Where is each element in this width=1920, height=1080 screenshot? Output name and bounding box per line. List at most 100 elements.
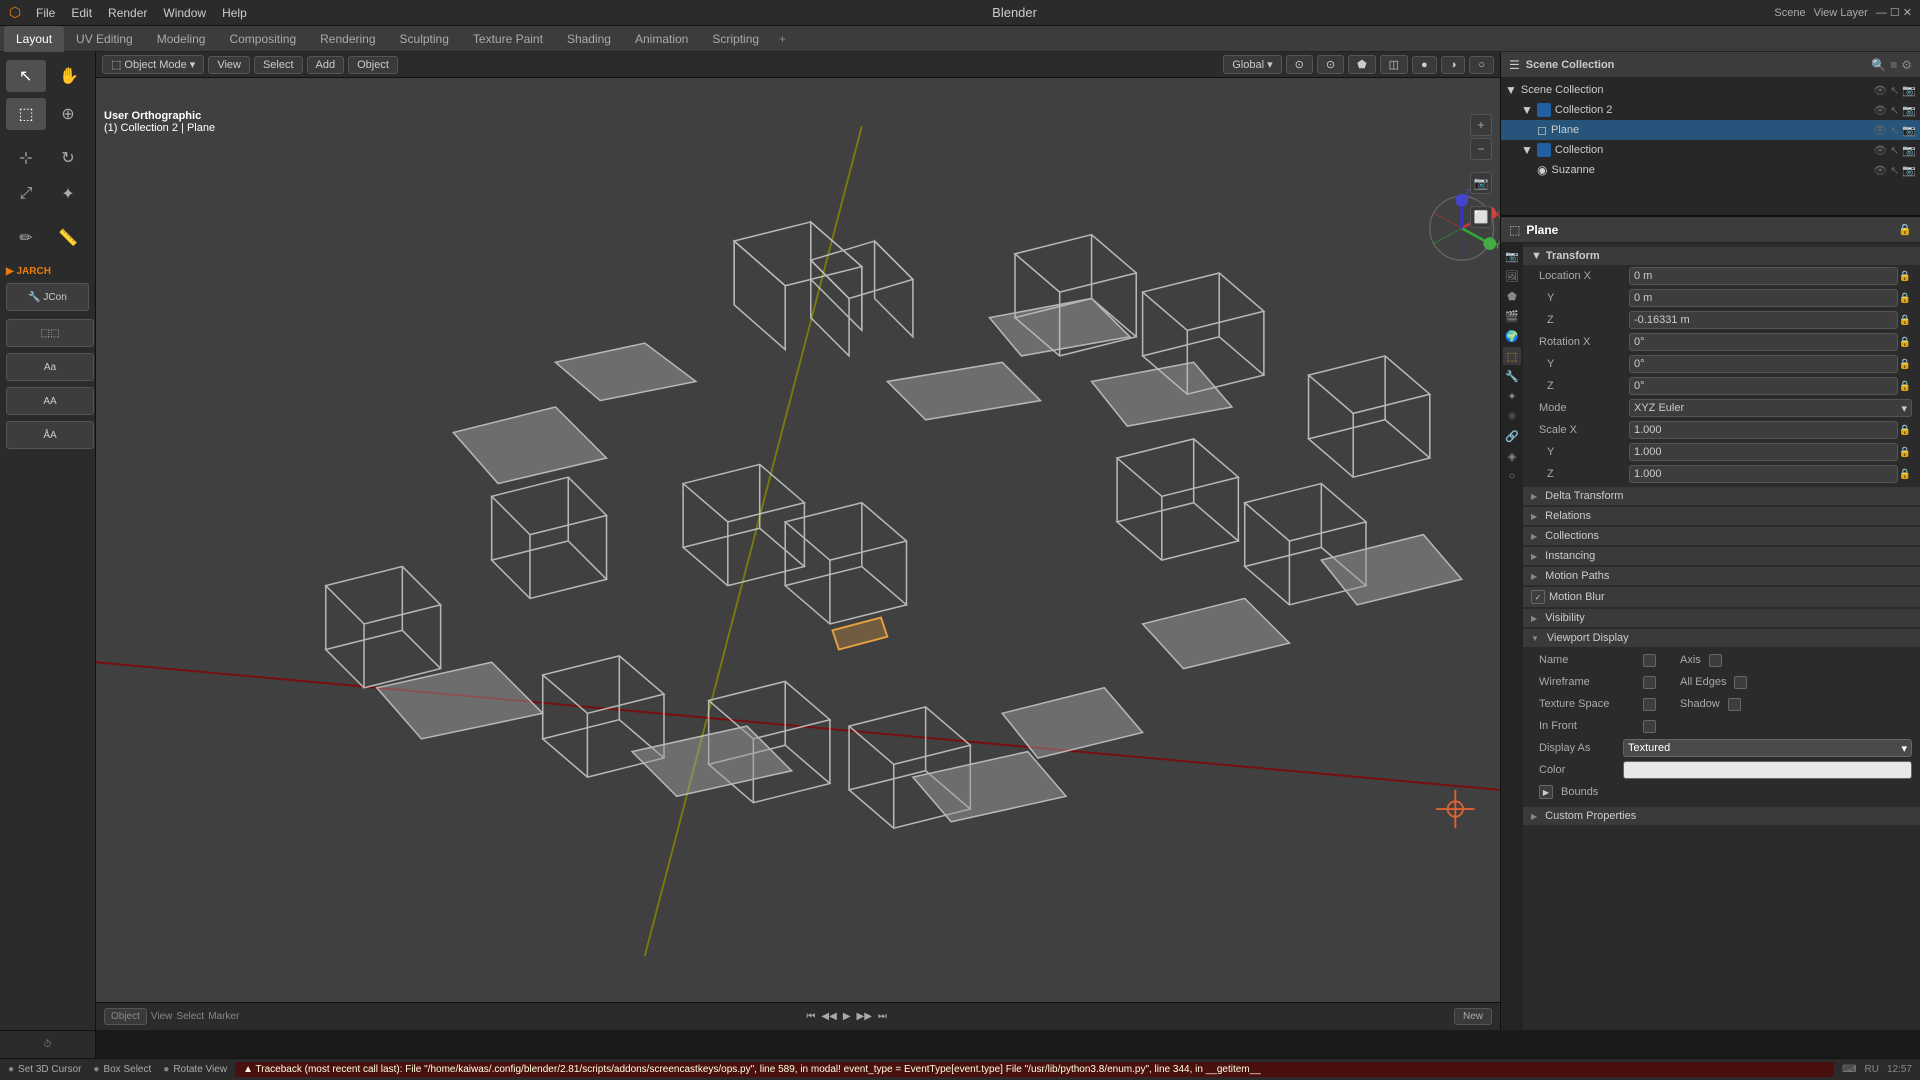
location-z-value[interactable]: -0.16331 m — [1629, 311, 1898, 329]
tab-uv-editing[interactable]: UV Editing — [64, 26, 145, 52]
measure-tool[interactable]: 📏 — [48, 222, 88, 254]
location-y-value[interactable]: 0 m — [1629, 289, 1898, 307]
play-end-btn[interactable]: ⏭ — [878, 1011, 887, 1022]
instancing-header[interactable]: Instancing — [1523, 547, 1920, 565]
camera-view-btn[interactable]: 📷 — [1470, 172, 1492, 194]
viewport-3d[interactable]: ⬚ Object Mode ▾ View Select Add Object G… — [96, 52, 1500, 1030]
annotate-tool[interactable]: ✏ — [6, 222, 46, 254]
c2-visibility-icon[interactable]: 👁 — [1873, 104, 1887, 117]
scale-x-lock[interactable]: 🔒 — [1898, 421, 1912, 439]
view-layer-selector[interactable]: View Layer — [1814, 7, 1868, 19]
viewport-xray-btn[interactable]: ◫ — [1380, 55, 1408, 74]
bounds-expand-icon[interactable]: ▶ — [1539, 785, 1553, 799]
outliner-filter-icon[interactable]: 🔍 — [1871, 58, 1886, 72]
viewport-snap-btn[interactable]: ⊙ — [1286, 55, 1313, 74]
props-tab-view-layer[interactable]: ⬟ — [1503, 287, 1521, 305]
zoom-in-btn[interactable]: + — [1470, 114, 1492, 136]
timeline-marker[interactable]: Marker — [208, 1011, 239, 1022]
props-tab-particles[interactable]: ✦ — [1503, 387, 1521, 405]
visibility-icon[interactable]: 👁 — [1873, 84, 1887, 97]
tab-scripting[interactable]: Scripting — [700, 26, 771, 52]
viewport-view-menu[interactable]: View — [208, 56, 250, 74]
timeline-mode[interactable]: Object — [104, 1008, 147, 1025]
col-render-icon[interactable]: 📷 — [1902, 144, 1916, 157]
props-tab-object[interactable]: ⬚ — [1503, 347, 1521, 365]
scene-selector[interactable]: Scene — [1774, 7, 1805, 19]
rotation-mode-dropdown[interactable]: XYZ Euler ▾ — [1629, 399, 1912, 417]
tab-layout[interactable]: Layout — [4, 26, 64, 52]
outliner-settings-icon[interactable]: ⚙ — [1901, 58, 1912, 72]
wireframe-checkbox[interactable] — [1643, 676, 1656, 689]
viewport-canvas[interactable]: User Orthographic (1) Collection 2 | Pla… — [96, 78, 1500, 1004]
motion-blur-header[interactable]: ✓ Motion Blur — [1523, 587, 1920, 607]
delta-transform-header[interactable]: Delta Transform — [1523, 487, 1920, 505]
viewport-shading-solid[interactable]: ● — [1412, 56, 1437, 74]
location-x-lock[interactable]: 🔒 — [1898, 267, 1912, 285]
relations-header[interactable]: Relations — [1523, 507, 1920, 525]
props-tab-physics[interactable]: ⚛ — [1503, 407, 1521, 425]
motion-blur-checkbox[interactable]: ✓ — [1531, 590, 1545, 604]
rotation-y-value[interactable]: 0° — [1629, 355, 1898, 373]
viewport-overlay-btn[interactable]: ⬟ — [1348, 55, 1376, 74]
outliner-suzanne[interactable]: ◉ Suzanne 👁 ↖ 📷 — [1501, 160, 1920, 180]
viewport-object-menu[interactable]: Object — [348, 56, 398, 74]
scale-y-lock[interactable]: 🔒 — [1898, 443, 1912, 461]
motion-paths-header[interactable]: Motion Paths — [1523, 567, 1920, 585]
c2-render-icon[interactable]: 📷 — [1902, 104, 1916, 117]
scale-y-value[interactable]: 1.000 — [1629, 443, 1898, 461]
rotation-x-value[interactable]: 0° — [1629, 333, 1898, 351]
location-y-lock[interactable]: 🔒 — [1898, 289, 1912, 307]
outliner-plane[interactable]: ◻ Plane 👁 ↖ 📷 — [1501, 120, 1920, 140]
in-front-checkbox[interactable] — [1643, 720, 1656, 733]
scale-z-lock[interactable]: 🔒 — [1898, 465, 1912, 483]
location-x-value[interactable]: 0 m — [1629, 267, 1898, 285]
tab-sculpting[interactable]: Sculpting — [388, 26, 461, 52]
rotation-z-lock[interactable]: 🔒 — [1898, 377, 1912, 395]
display-as-dropdown[interactable]: Textured ▾ — [1623, 739, 1912, 757]
viewport-add-menu[interactable]: Add — [307, 56, 345, 74]
rotation-z-value[interactable]: 0° — [1629, 377, 1898, 395]
hand-tool[interactable]: ✋ — [50, 60, 90, 92]
tab-animation[interactable]: Animation — [623, 26, 700, 52]
viewport-shading-material[interactable]: ◑ — [1441, 56, 1466, 74]
name-checkbox[interactable] — [1643, 654, 1656, 667]
col-selectable-icon[interactable]: ↖ — [1890, 144, 1899, 157]
perspective-ortho-btn[interactable]: ⬜ — [1470, 206, 1492, 228]
add-workspace-button[interactable]: + — [771, 28, 794, 50]
outliner-collection2[interactable]: ▼ Collection 2 👁 ↖ 📷 — [1501, 100, 1920, 120]
collections-header[interactable]: Collections — [1523, 527, 1920, 545]
visibility-header[interactable]: Visibility — [1523, 609, 1920, 627]
color-swatch[interactable] — [1623, 761, 1912, 779]
scale-x-value[interactable]: 1.000 — [1629, 421, 1898, 439]
viewport-shading-rendered[interactable]: ○ — [1469, 56, 1494, 74]
axis-checkbox[interactable] — [1709, 654, 1722, 667]
all-edges-checkbox[interactable] — [1734, 676, 1747, 689]
transform-section-header[interactable]: ▼ Transform — [1523, 247, 1920, 265]
timeline-select[interactable]: Select — [176, 1011, 204, 1022]
rotate-tool[interactable]: ↻ — [48, 142, 88, 174]
move-tool[interactable]: ⊹ — [6, 142, 46, 174]
play-back-btn[interactable]: ◀◀ — [821, 1011, 836, 1022]
props-tab-world[interactable]: 🌍 — [1503, 327, 1521, 345]
viewport-proportional-btn[interactable]: ⊙ — [1317, 55, 1344, 74]
timeline-view[interactable]: View — [151, 1011, 173, 1022]
menu-render[interactable]: Render — [100, 4, 155, 22]
custom-properties-header[interactable]: Custom Properties — [1523, 807, 1920, 825]
plane-selectable-icon[interactable]: ↖ — [1890, 124, 1899, 137]
selectable-icon[interactable]: ↖ — [1890, 84, 1899, 97]
tab-texture-paint[interactable]: Texture Paint — [461, 26, 555, 52]
viewport-global-btn[interactable]: Global ▾ — [1223, 55, 1281, 74]
shadow-checkbox[interactable] — [1728, 698, 1741, 711]
suz-selectable-icon[interactable]: ↖ — [1890, 164, 1899, 177]
select-tool[interactable]: ↖ — [6, 60, 46, 92]
zoom-out-btn[interactable]: − — [1470, 138, 1492, 160]
viewport-display-header[interactable]: Viewport Display — [1523, 629, 1920, 647]
play-beginning-btn[interactable]: ⏮ — [806, 1011, 815, 1022]
jarch-btn1[interactable]: ⬚⬚ — [6, 319, 94, 347]
play-btn[interactable]: ▶ — [843, 1011, 851, 1022]
props-tab-constraints[interactable]: 🔗 — [1503, 427, 1521, 445]
rotation-y-lock[interactable]: 🔒 — [1898, 355, 1912, 373]
play-forward-btn[interactable]: ▶▶ — [857, 1011, 872, 1022]
viewport-select-menu[interactable]: Select — [254, 56, 303, 74]
cursor-tool[interactable]: ⊕ — [48, 98, 88, 130]
